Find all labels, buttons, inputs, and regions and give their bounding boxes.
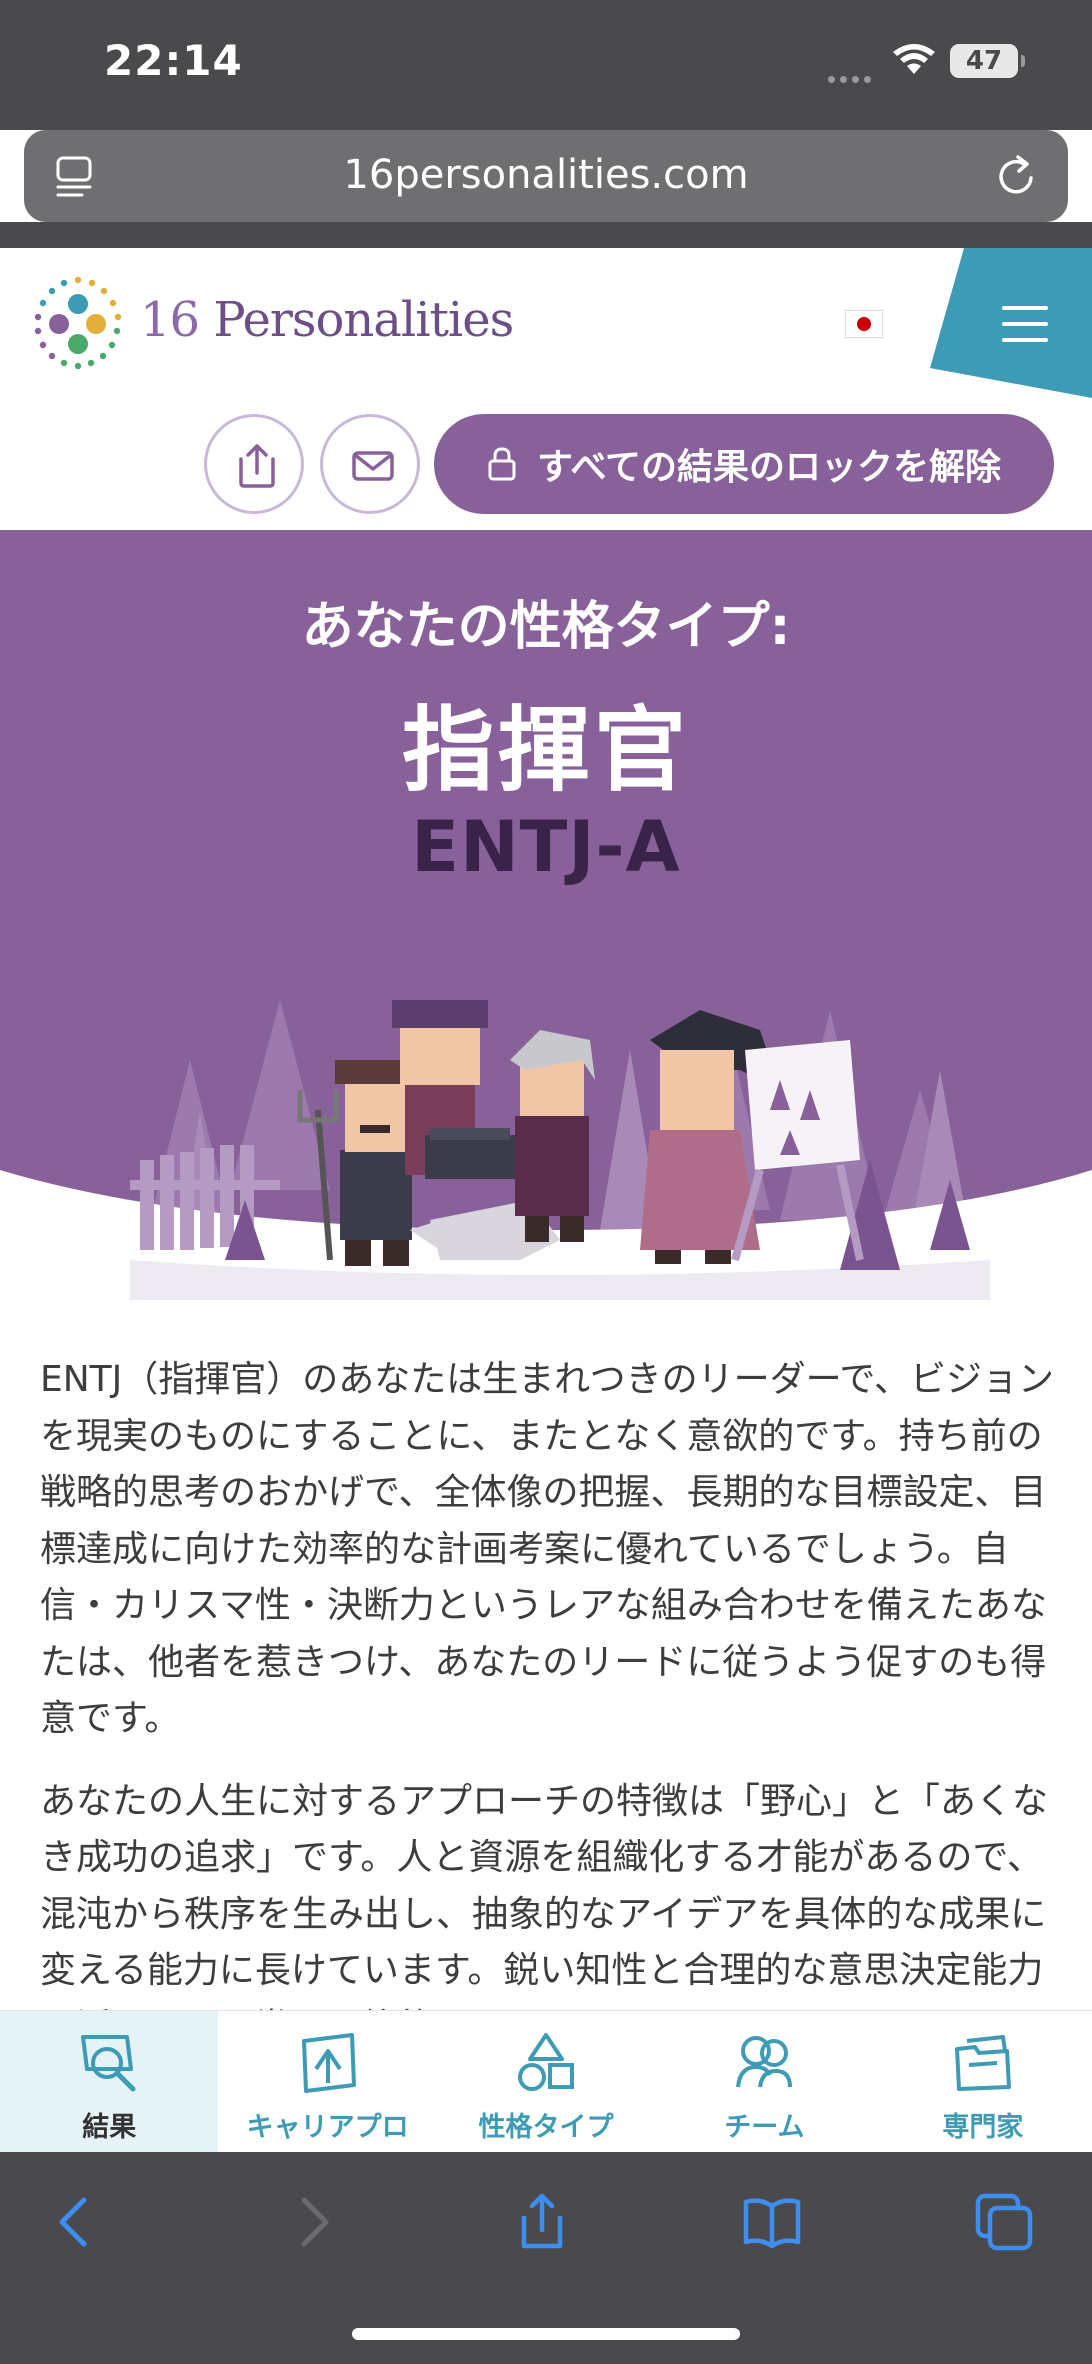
address-bar[interactable]: 16personalities.com bbox=[24, 130, 1068, 222]
type-description: ENTJ（指揮官）のあなたは生まれつきのリーダーで、ビジョンを現実のものにするこ… bbox=[40, 1352, 1060, 2082]
status-time: 22:14 bbox=[104, 36, 243, 85]
logo-word: Personalities bbox=[213, 292, 514, 348]
browser-toolbar-edge bbox=[0, 222, 1092, 248]
url-text[interactable]: 16personalities.com bbox=[24, 152, 1068, 198]
personality-type-code: ENTJ-A bbox=[411, 806, 681, 888]
nav-career[interactable]: キャリアプロ bbox=[218, 2011, 436, 2152]
nav-team-label: チーム bbox=[724, 2112, 805, 2143]
nav-experts-label: 専門家 bbox=[942, 2112, 1024, 2143]
phone-screen: { "status_bar": {"time": "22:14", "batte… bbox=[0, 0, 1092, 2364]
nav-experts[interactable]: 専門家 bbox=[874, 2011, 1092, 2152]
career-icon bbox=[301, 2033, 356, 2093]
unlock-label: すべての結果のロックを解除 bbox=[536, 447, 1002, 488]
experts-folder-icon bbox=[954, 2035, 1011, 2091]
nav-results[interactable]: 結果 bbox=[0, 2011, 219, 2152]
wifi-icon bbox=[893, 44, 935, 74]
bookmarks-icon[interactable] bbox=[742, 2192, 802, 2252]
nav-personality-types-label: 性格タイプ bbox=[478, 2112, 614, 2143]
nav-team[interactable]: チーム bbox=[655, 2011, 873, 2152]
email-button[interactable] bbox=[320, 414, 420, 514]
forward-icon[interactable] bbox=[282, 2192, 342, 2252]
back-icon[interactable] bbox=[46, 2192, 106, 2252]
description-paragraph-1: ENTJ（指揮官）のあなたは生まれつきのリーダーで、ビジョンを現実のものにするこ… bbox=[40, 1359, 1054, 1739]
hero-subtitle: あなたの性格タイプ: bbox=[301, 597, 791, 657]
team-icon bbox=[736, 2036, 793, 2088]
hamburger-menu-icon[interactable] bbox=[1002, 306, 1048, 346]
bottom-navigation: 結果 キャリアプロ 性格タイプ チーム 専門家 bbox=[0, 2010, 1092, 2152]
personality-type-name: 指揮官 bbox=[401, 697, 690, 804]
personality-hero: あなたの性格タイプ: 指揮官 ENTJ-A bbox=[0, 530, 1092, 1300]
share-sheet-icon[interactable] bbox=[512, 2192, 572, 2252]
mail-icon bbox=[352, 451, 394, 481]
reload-icon[interactable] bbox=[994, 152, 1040, 200]
nav-results-label: 結果 bbox=[82, 2112, 137, 2143]
battery-level: 47 bbox=[965, 46, 1003, 76]
nav-career-label: キャリアプロ bbox=[246, 2112, 409, 2143]
site-header: 16 Personalities すべての結果のロックを解除 bbox=[0, 248, 1092, 530]
logo-number: 16 bbox=[140, 292, 200, 348]
share-button[interactable] bbox=[204, 414, 304, 514]
nav-personality-types[interactable]: 性格タイプ bbox=[437, 2011, 655, 2152]
japan-flag-icon[interactable] bbox=[845, 310, 883, 338]
status-bar: 22:14 47 bbox=[0, 0, 1092, 130]
results-magnifier-icon bbox=[81, 2035, 136, 2092]
logo-wordmark[interactable]: 16 Personalities bbox=[140, 292, 514, 348]
unlock-all-results-button[interactable]: すべての結果のロックを解除 bbox=[434, 414, 1054, 514]
commander-illustration bbox=[0, 1000, 1092, 1300]
share-icon bbox=[239, 444, 275, 488]
logo-dots-icon[interactable] bbox=[28, 274, 128, 374]
tabs-icon[interactable] bbox=[974, 2192, 1034, 2252]
cellular-signal-icon bbox=[828, 68, 876, 83]
home-indicator[interactable] bbox=[352, 2328, 740, 2340]
personality-types-icon bbox=[518, 2033, 575, 2091]
battery-icon: 47 bbox=[950, 44, 1025, 78]
lock-icon bbox=[488, 447, 516, 481]
